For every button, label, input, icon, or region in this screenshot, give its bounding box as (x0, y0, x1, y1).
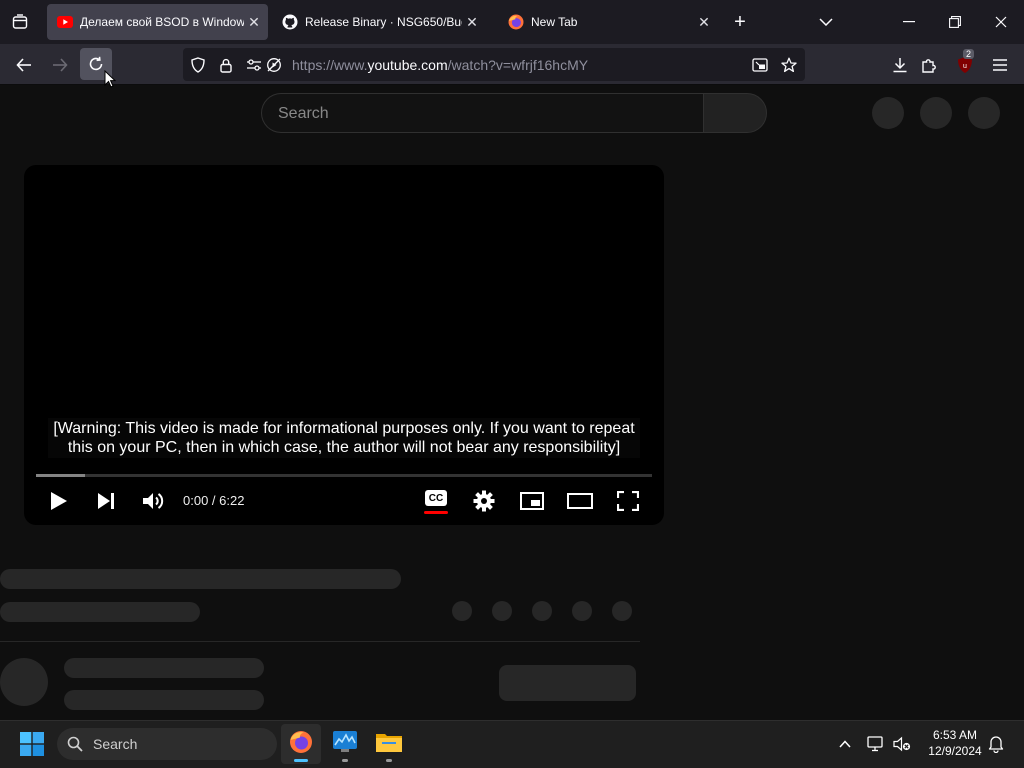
taskbar-firefox[interactable] (281, 724, 321, 764)
autoplay-blocked-icon[interactable] (265, 56, 283, 74)
url-bar[interactable]: https://www.youtube.com/watch?v=wfrjf16h… (183, 48, 805, 81)
cc-label: CC (425, 490, 447, 506)
svg-text:u: u (963, 63, 967, 70)
tab-list-icon[interactable] (8, 11, 32, 33)
skeleton-channel-subs (64, 690, 264, 710)
caption-line: [Warning: This video is made for informa… (53, 420, 635, 437)
close-window-icon[interactable] (989, 11, 1013, 33)
running-indicator (386, 759, 392, 762)
volume-muted-icon[interactable] (891, 732, 913, 756)
url-text[interactable]: https://www.youtube.com/watch?v=wfrjf16h… (292, 57, 588, 73)
hamburger-menu-icon[interactable] (988, 53, 1012, 77)
tab-title: Release Binary · NSG650/BugCheck2 (305, 15, 462, 29)
minimize-icon[interactable] (897, 11, 921, 33)
system-clock[interactable]: 6:53 AM 12/9/2024 (920, 727, 990, 759)
firefox-icon (289, 730, 313, 759)
download-icon[interactable] (888, 53, 912, 77)
network-display-icon[interactable] (865, 732, 887, 756)
extension-badge: 2 (963, 49, 975, 59)
tab-github[interactable]: Release Binary · NSG650/BugCheck2 ✕ (272, 4, 486, 40)
miniplayer-icon[interactable] (518, 488, 546, 514)
fullscreen-icon[interactable] (614, 488, 642, 514)
close-tab-icon[interactable]: ✕ (244, 14, 264, 31)
skeleton-action (572, 601, 592, 621)
cc-active-indicator (424, 511, 448, 514)
skeleton-subscribe-button (499, 665, 636, 701)
skeleton-action (532, 601, 552, 621)
skeleton-subtitle (0, 602, 200, 622)
permissions-icon[interactable] (245, 56, 263, 74)
tab-youtube[interactable]: Делаем свой BSOD в Windows 10 / 11 ✕ (47, 4, 268, 40)
skeleton-header-button (872, 97, 904, 129)
close-tab-icon[interactable]: ✕ (694, 14, 714, 31)
divider (0, 641, 640, 642)
skeleton-header-button (920, 97, 952, 129)
caption-line: this on your PC, then in which case, the… (67, 439, 621, 456)
chevron-down-icon[interactable] (814, 11, 838, 33)
video-caption: [Warning: This video is made for informa… (48, 418, 640, 458)
skeleton-channel-name (64, 658, 264, 678)
search-icon (67, 736, 83, 757)
tab-bar: Делаем свой BSOD в Windows 10 / 11 ✕ Rel… (0, 0, 1024, 44)
back-arrow-icon[interactable] (12, 53, 36, 77)
url-domain: youtube.com (367, 57, 448, 73)
taskbar-app-monitor[interactable] (325, 724, 365, 764)
theater-mode-icon[interactable] (565, 488, 595, 514)
tab-title: New Tab (531, 15, 578, 29)
windows-start-icon[interactable] (20, 732, 44, 761)
video-time: 0:00 / 6:22 (183, 493, 245, 508)
skeleton-title (0, 569, 401, 589)
youtube-search-button[interactable] (703, 93, 767, 133)
clock-time: 6:53 AM (932, 728, 978, 742)
github-icon (282, 14, 298, 30)
taskbar-search-label: Search (93, 736, 138, 752)
skeleton-action (612, 601, 632, 621)
notification-bell-icon[interactable] (986, 733, 1006, 755)
folder-icon (376, 731, 402, 758)
taskbar-file-explorer[interactable] (369, 724, 409, 764)
bookmark-star-icon[interactable] (780, 56, 798, 74)
skeleton-channel-avatar (0, 658, 48, 706)
skeleton-action (492, 601, 512, 621)
volume-icon[interactable] (140, 488, 166, 514)
skeleton-avatar (968, 97, 1000, 129)
progress-buffered (36, 474, 86, 477)
tracking-protection-shield-icon[interactable] (189, 56, 207, 74)
video-progress-bar[interactable] (36, 474, 652, 477)
ublock-shield-icon[interactable]: u 2 (953, 49, 977, 77)
search-placeholder: Search (278, 105, 329, 122)
forward-arrow-icon[interactable] (48, 53, 72, 77)
settings-gear-icon[interactable] (471, 488, 497, 514)
url-path: /watch?v=wfrjf16hcMY (447, 57, 589, 73)
picture-in-picture-url-icon[interactable] (751, 56, 769, 74)
skeleton-action (452, 601, 472, 621)
firefox-icon (508, 14, 524, 30)
restore-icon[interactable] (943, 11, 967, 33)
lock-icon[interactable] (217, 56, 235, 74)
video-player[interactable] (24, 165, 664, 525)
tab-new-tab[interactable]: New Tab ✕ (498, 4, 718, 40)
running-indicator (342, 759, 348, 762)
youtube-icon (57, 14, 73, 30)
extensions-puzzle-icon[interactable] (917, 53, 941, 77)
performance-monitor-icon (333, 730, 357, 758)
clock-date: 12/9/2024 (928, 744, 982, 758)
active-indicator (294, 759, 308, 762)
tab-title: Делаем свой BSOD в Windows 10 / 11 (80, 15, 244, 29)
mouse-cursor-icon (104, 69, 117, 93)
url-prefix: https://www. (292, 57, 368, 73)
subtitles-cc-icon[interactable]: CC (422, 487, 450, 517)
play-icon[interactable] (46, 488, 72, 514)
close-tab-icon[interactable]: ✕ (462, 14, 482, 31)
youtube-search-input[interactable]: Search (261, 93, 703, 133)
next-video-icon[interactable] (93, 488, 119, 514)
chevron-up-icon[interactable] (834, 732, 856, 756)
taskbar-search-box[interactable]: Search (57, 728, 277, 760)
new-tab-icon[interactable]: + (728, 11, 752, 33)
